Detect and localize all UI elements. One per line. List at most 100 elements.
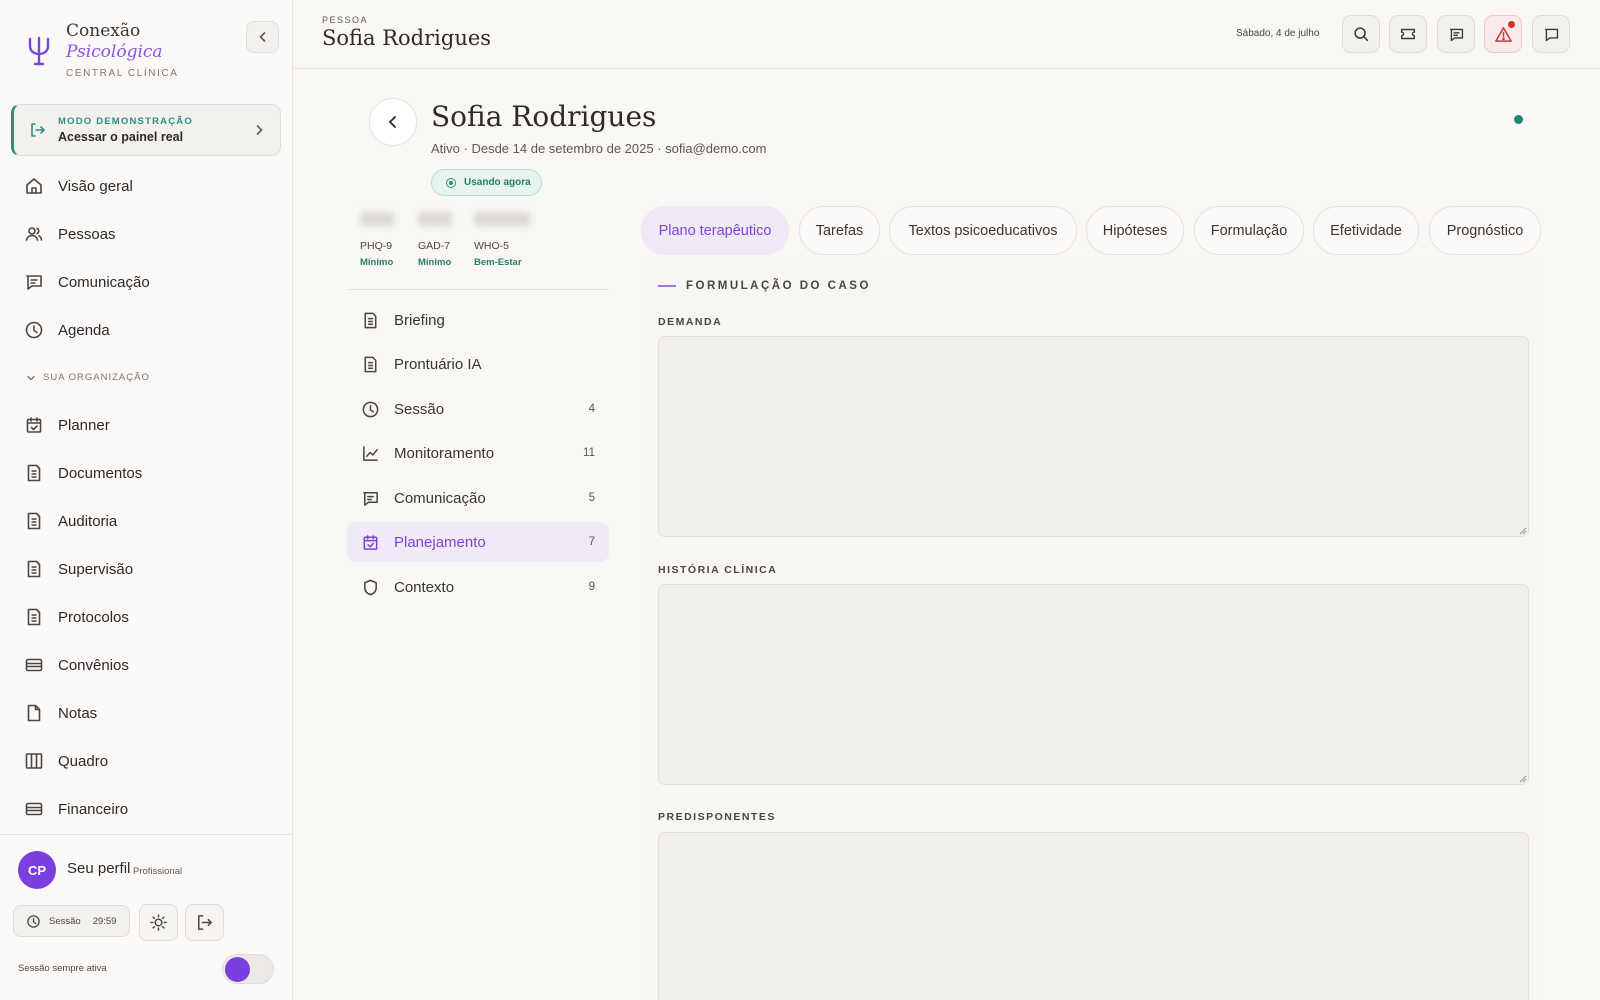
chat-icon [26, 275, 42, 290]
historia-clinica-textarea[interactable] [658, 584, 1529, 785]
collapse-sidebar-button[interactable] [246, 21, 279, 53]
page-title: Sofia Rodrigues [322, 26, 492, 50]
demo-mode-action: Acessar o painel real [58, 130, 184, 144]
chat-icon [1449, 28, 1463, 41]
alerts-button[interactable] [1484, 15, 1522, 53]
tab-textos-psicoeducativos[interactable]: Textos psicoeducativos [889, 206, 1077, 255]
person-name: Sofia Rodrigues [431, 100, 657, 133]
tab-hipoteses[interactable]: Hipóteses [1086, 206, 1184, 255]
avatar[interactable]: CP [18, 851, 56, 889]
sun-icon [150, 914, 167, 931]
section-title: FORMULAÇÃO DO CASO [658, 280, 871, 292]
alert-dot [1508, 21, 1515, 28]
logout-icon [198, 915, 212, 930]
ticket-button[interactable] [1389, 15, 1427, 53]
subnav-label: Comunicação [394, 489, 486, 507]
organization-section-toggle[interactable]: SUA ORGANIZAÇÃO [26, 372, 150, 383]
subnav-comunicacao[interactable]: Comunicação 5 [347, 478, 609, 518]
clock-icon [25, 321, 43, 339]
predisponentes-textarea[interactable] [658, 832, 1529, 1000]
nav-item-notas[interactable]: Notas [24, 700, 97, 726]
nav-item-convenios[interactable]: Convênios [24, 652, 129, 678]
score-level: Bem-Estar [474, 257, 522, 268]
document-icon [27, 512, 41, 530]
subnav-count: 5 [588, 492, 595, 504]
nav-item-supervisao[interactable]: Supervisão [24, 556, 133, 582]
subnav-label: Prontuário IA [394, 355, 482, 373]
nav-item-comunicacao[interactable]: Comunicação [24, 269, 150, 295]
chevron-right-icon [256, 125, 263, 135]
sidebar: Conexão Psicológica CENTRAL CLÍNICA MODO… [0, 0, 293, 1000]
session-time: 29:59 [92, 915, 117, 927]
nav-item-label: Convênios [58, 656, 129, 674]
subnav-count: 4 [588, 403, 595, 415]
tab-efetividade[interactable]: Efetividade [1313, 206, 1419, 255]
nav-item-label: Documentos [58, 464, 143, 482]
search-button[interactable] [1342, 15, 1380, 53]
divider [347, 289, 609, 290]
subnav-label: Contexto [394, 578, 455, 596]
tab-prognostico[interactable]: Prognóstico [1429, 206, 1541, 255]
status-badge: Usando agora [431, 169, 542, 196]
logout-button[interactable] [185, 904, 224, 941]
subnav-briefing[interactable]: Briefing [347, 300, 609, 340]
back-button[interactable] [369, 98, 417, 146]
subnav-label: Sessão [394, 400, 445, 418]
tab-formulacao[interactable]: Formulação [1194, 206, 1304, 255]
nav-item-planner[interactable]: Planner [24, 412, 110, 438]
ticket-icon [1400, 28, 1416, 40]
tab-plano-terapeutico[interactable]: Plano terapêutico [641, 206, 789, 255]
nav-item-financeiro[interactable]: Financeiro [24, 796, 128, 822]
nav-item-visao-geral[interactable]: Visão geral [24, 173, 133, 199]
header-date: Sábado, 4 de julho [1236, 28, 1320, 39]
brand[interactable]: Conexão Psicológica CENTRAL CLÍNICA [26, 20, 179, 79]
demanda-textarea[interactable] [658, 336, 1529, 537]
theme-toggle-button[interactable] [139, 904, 178, 941]
score-phq9[interactable]: PHQ-9 Mínimo [360, 212, 394, 268]
subnav-planejamento[interactable]: Planejamento 7 [347, 522, 609, 562]
resize-handle-icon[interactable] [1518, 526, 1527, 535]
status-badge-label: Usando agora [464, 177, 531, 188]
score-gad7[interactable]: GAD-7 Mínimo [418, 212, 452, 268]
nav-item-quadro[interactable]: Quadro [24, 748, 108, 774]
document-icon [364, 356, 377, 372]
nav-item-label: Supervisão [58, 560, 134, 578]
subnav-prontuario-ia[interactable]: Prontuário IA [347, 344, 609, 384]
profile-role: Profissional [133, 866, 183, 877]
nav-item-label: Auditoria [58, 512, 118, 530]
demo-mode-label: MODO DEMONSTRAÇÃO [58, 116, 193, 127]
home-icon [26, 178, 42, 194]
session-timer[interactable]: Sessão 29:59 [13, 905, 130, 937]
subnav-contexto[interactable]: Contexto 9 [347, 567, 609, 607]
clock-icon [27, 914, 40, 928]
section-title-text: FORMULAÇÃO DO CASO [686, 280, 871, 292]
demo-mode-banner[interactable]: MODO DEMONSTRAÇÃO Acessar o painel real [11, 104, 281, 156]
nav-item-pessoas[interactable]: Pessoas [24, 221, 116, 247]
document-icon [27, 608, 41, 626]
subnav-sessao[interactable]: Sessão 4 [347, 389, 609, 429]
nav-item-label: Planner [58, 416, 110, 434]
score-who5[interactable]: WHO-5 Bem-Estar [474, 212, 530, 268]
online-status-dot [1514, 115, 1523, 124]
subnav-monitoramento[interactable]: Monitoramento 11 [347, 433, 609, 473]
subnav-label: Briefing [394, 311, 445, 329]
clock-icon [362, 401, 379, 417]
line-chart-icon [363, 445, 378, 461]
field-label-demanda: DEMANDA [658, 316, 723, 328]
nav-item-documentos[interactable]: Documentos [24, 460, 142, 486]
always-active-toggle[interactable] [222, 954, 274, 984]
nav-item-protocolos[interactable]: Protocolos [24, 604, 129, 630]
brand-name-line1: Conexão [66, 21, 141, 41]
score-value-hidden [418, 212, 452, 226]
document-icon [364, 312, 377, 328]
nav-item-agenda[interactable]: Agenda [24, 317, 110, 343]
subnav-count: 9 [588, 581, 595, 593]
nav-item-label: Comunicação [58, 273, 150, 291]
chat-button[interactable] [1532, 15, 1570, 53]
tab-tarefas[interactable]: Tarefas [799, 206, 880, 255]
nav-item-auditoria[interactable]: Auditoria [24, 508, 117, 534]
score-value-hidden [360, 212, 394, 226]
messages-button[interactable] [1437, 15, 1475, 53]
profile-name[interactable]: Seu perfil [67, 860, 130, 877]
resize-handle-icon[interactable] [1518, 774, 1527, 783]
